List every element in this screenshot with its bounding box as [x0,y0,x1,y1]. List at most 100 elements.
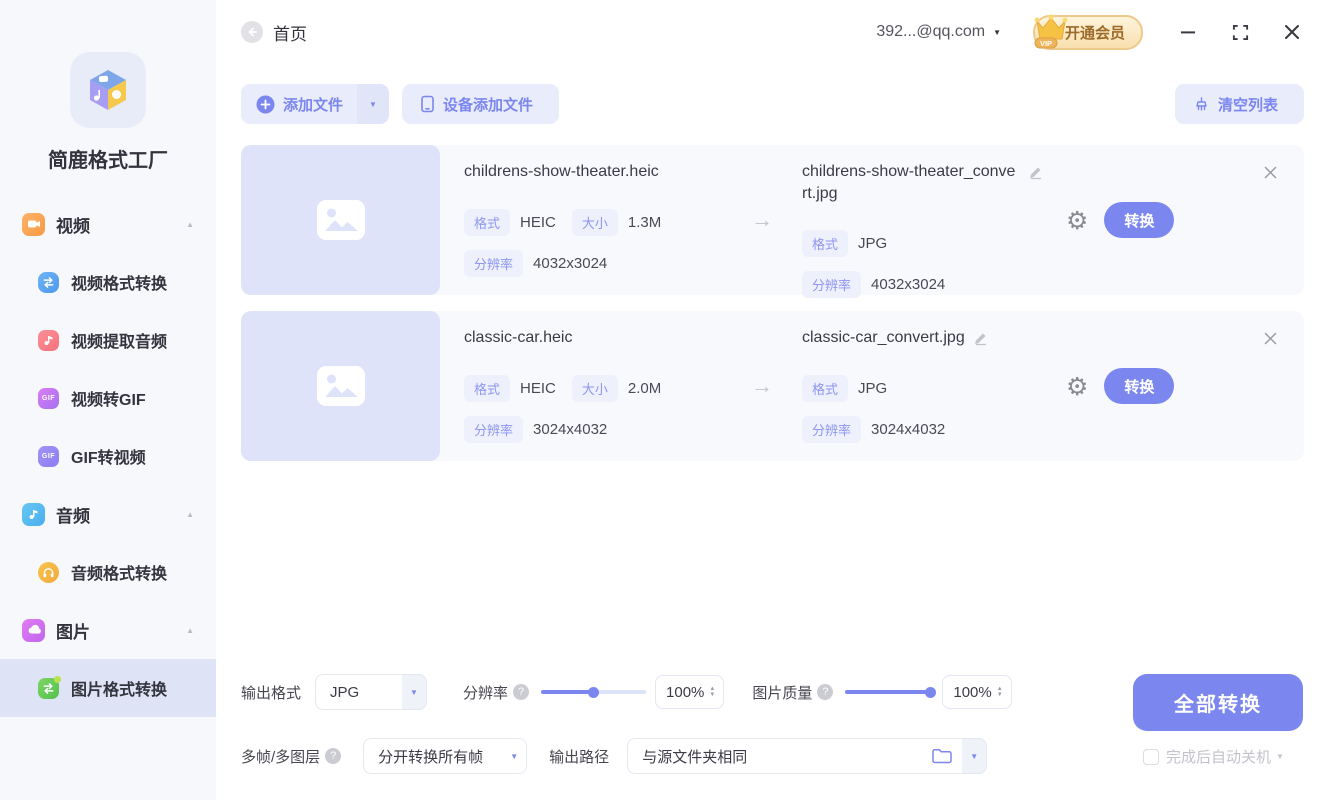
convert-arrow-icon: → [751,207,773,232]
row-settings-gear-icon[interactable]: ⚙ [1066,374,1088,399]
auto-shutdown-caret-icon[interactable]: ▼ [1276,752,1284,761]
collapse-caret-icon[interactable]: ▲ [186,220,194,229]
size-tag: 大小 [571,374,618,402]
size-value: 1.3M [627,213,662,231]
source-filename: classic-car.heic [464,329,573,346]
add-file-button[interactable]: 添加文件 [241,94,357,115]
sidebar-item-video-to-gif[interactable]: GIF 视频转GIF [0,369,216,427]
title-bar: 首页 392...@qq.com ▼ 开通会员 VIP [216,0,1326,64]
output-format-select[interactable]: JPG ▼ [315,674,428,710]
item-label: 音频格式转换 [71,566,168,583]
multiframe-help-icon[interactable]: ? [325,748,342,764]
app-name: 简鹿格式工厂 [48,150,168,172]
source-filename: childrens-show-theater.heic [464,163,659,180]
format-value: JPG [858,379,888,397]
sidebar-item-audio-convert[interactable]: 音频格式转换 [0,543,216,601]
minimize-button[interactable] [1177,21,1199,43]
account-email[interactable]: 392...@qq.com [876,23,985,41]
item-label: 视频格式转换 [71,276,168,293]
slider-fill [845,690,934,694]
item-label: 视频转GIF [71,392,146,409]
quality-stepper[interactable]: 100% ▲ ▼ [942,675,1012,709]
row-settings-gear-icon[interactable]: ⚙ [1066,208,1088,233]
audio-icon [22,502,45,526]
resolution-slider[interactable] [541,686,647,698]
add-from-device-button[interactable]: 设备添加文件 [402,84,560,124]
format-tag: 格式 [464,208,511,236]
window-controls [1177,21,1303,43]
browse-folder-icon[interactable] [931,747,953,765]
output-filename: classic-car_convert.jpg [802,329,965,346]
sidebar-item-video-extract-audio[interactable]: 视频提取音频 [0,311,216,369]
section-label: 音频 [56,506,90,526]
format-tag: 格式 [464,374,511,402]
sidebar-section-image[interactable]: 图片 ▲ [0,601,216,659]
stepper-arrows-icon[interactable]: ▲ ▼ [709,686,715,698]
remove-file-icon[interactable] [1263,331,1278,346]
sidebar-item-gif-to-video[interactable]: GIF GIF转视频 [0,427,216,485]
plus-circle-icon [256,95,275,113]
path-dropdown-caret[interactable]: ▼ [962,739,987,773]
auto-shutdown-option: 完成后自动关机 ▼ [1133,746,1284,767]
app-window: 简鹿格式工厂 视频 ▲ 视频格式转换 视频提取音频 GIF 视频转GIF GIF… [0,0,1326,800]
gif-glyph: GIF [41,452,56,460]
sidebar-section-audio[interactable]: 音频 ▲ [0,485,216,543]
image-convert-icon [38,675,61,699]
collapse-caret-icon[interactable]: ▲ [186,626,194,635]
resolution-tag: 分辨率 [802,271,862,299]
sidebar-nav: 视频 ▲ 视频格式转换 视频提取音频 GIF 视频转GIF GIF GIF转视频… [0,195,216,717]
add-from-device-label: 设备添加文件 [443,96,534,114]
convert-arrow-icon: → [751,373,773,398]
collapse-caret-icon[interactable]: ▲ [186,510,194,519]
auto-shutdown-checkbox[interactable] [1143,748,1159,765]
gif-glyph: GIF [41,394,56,402]
slider-fill [541,690,594,694]
resolution-stepper[interactable]: 100% ▲ ▼ [655,675,725,709]
output-path-input[interactable]: 与源文件夹相同 ▼ [627,738,988,774]
back-button[interactable] [241,21,263,43]
output-resolution-line: 分辨率 4032x3024 [802,271,1052,299]
add-file-dropdown-caret[interactable]: ▼ [357,84,390,124]
add-file-button-group: 添加文件 ▼ [241,84,390,124]
sidebar-item-video-convert[interactable]: 视频格式转换 [0,253,216,311]
convert-all-button[interactable]: 全部转换 [1133,674,1303,731]
slider-thumb[interactable] [925,686,937,698]
close-button[interactable] [1281,21,1303,43]
row-controls: ⚙ 转换 [1066,145,1175,295]
quality-help-icon[interactable]: ? [817,684,834,700]
item-label: GIF转视频 [71,450,146,467]
video-convert-icon [38,271,59,293]
source-resolution-line: 分辨率 3024x4032 [464,415,740,443]
maximize-button[interactable] [1229,21,1251,43]
stepper-arrows-icon[interactable]: ▲ ▼ [997,686,1003,698]
source-resolution-line: 分辨率 4032x3024 [464,249,740,277]
multiframe-select[interactable]: 分开转换所有帧 ▼ [363,738,528,774]
format-value: JPG [858,235,888,253]
file-row: classic-car.heic 格式 HEIC 大小 2.0M 分辨率 302… [241,311,1304,461]
output-format-value: JPG [330,683,360,701]
quality-slider[interactable] [845,686,937,698]
video-icon [22,212,45,236]
convert-button[interactable]: 转换 [1104,368,1175,404]
add-file-label: 添加文件 [283,96,344,114]
resolution-value: 3024x4032 [533,420,608,438]
vip-upgrade-button[interactable]: 开通会员 VIP [1032,13,1143,50]
resolution-tag: 分辨率 [464,415,524,443]
video-to-gif-icon: GIF [38,387,59,409]
edit-filename-icon[interactable] [973,330,989,346]
sidebar-item-image-convert[interactable]: 图片格式转换 [0,659,216,717]
slider-thumb[interactable] [588,686,600,698]
resolution-help-icon[interactable]: ? [513,684,530,700]
convert-button[interactable]: 转换 [1104,202,1175,238]
titlebar-right: 392...@qq.com ▼ 开通会员 VIP [876,13,1303,50]
remove-file-icon[interactable] [1263,165,1278,180]
account-caret-icon[interactable]: ▼ [993,28,1001,37]
sidebar-section-video[interactable]: 视频 ▲ [0,195,216,253]
clear-list-button[interactable]: 清空列表 [1174,84,1304,124]
cube-logo-icon [90,70,126,110]
edit-filename-icon[interactable] [1028,164,1044,180]
resolution-value: 4032x3024 [871,276,946,294]
gif-to-video-icon: GIF [38,445,59,467]
item-label: 图片格式转换 [71,682,168,699]
badge-dot [54,675,61,683]
